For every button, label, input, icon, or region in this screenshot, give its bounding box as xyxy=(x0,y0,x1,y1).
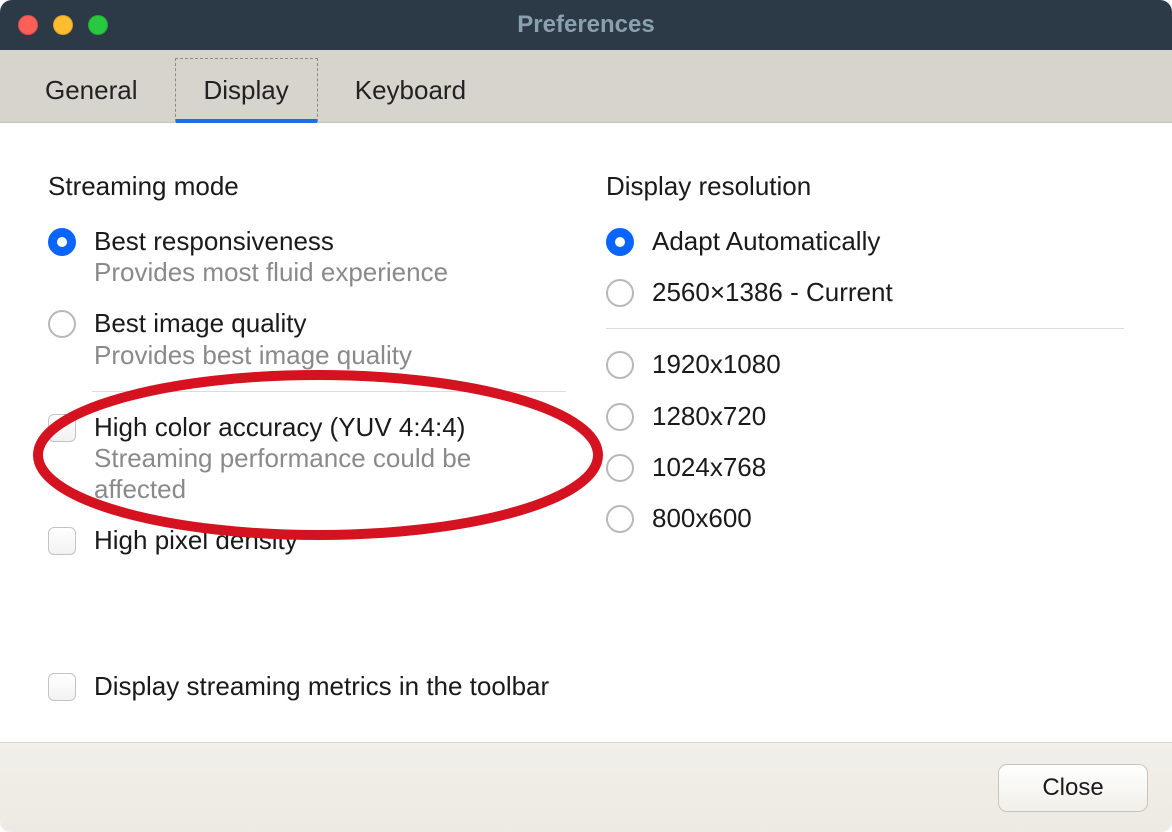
footer-bar: Close xyxy=(0,742,1172,832)
resolution-1920x1080-label: 1920x1080 xyxy=(652,349,781,380)
best-image-quality-sub: Provides best image quality xyxy=(94,340,412,371)
high-color-accuracy-sub: Streaming performance could be affected xyxy=(94,443,566,505)
radio-icon xyxy=(606,279,634,307)
option-resolution-800x600[interactable]: 800x600 xyxy=(606,503,1124,534)
minimize-window-icon[interactable] xyxy=(53,15,73,35)
radio-icon xyxy=(606,403,634,431)
radio-icon xyxy=(606,228,634,256)
checkbox-icon xyxy=(48,527,76,555)
best-responsiveness-label: Best responsiveness xyxy=(94,226,448,257)
close-window-icon[interactable] xyxy=(18,15,38,35)
option-resolution-1920x1080[interactable]: 1920x1080 xyxy=(606,349,1124,380)
checkbox-icon xyxy=(48,673,76,701)
display-resolution-title: Display resolution xyxy=(606,171,1124,202)
tab-general-label: General xyxy=(45,75,138,106)
resolution-800x600-label: 800x600 xyxy=(652,503,752,534)
option-best-responsiveness[interactable]: Best responsiveness Provides most fluid … xyxy=(48,226,566,288)
divider xyxy=(92,391,566,392)
option-high-color-accuracy[interactable]: High color accuracy (YUV 4:4:4) Streamin… xyxy=(48,412,566,506)
content-area: Streaming mode Best responsiveness Provi… xyxy=(0,123,1172,742)
zoom-window-icon[interactable] xyxy=(88,15,108,35)
display-resolution-section: Display resolution Adapt Automatically 2… xyxy=(606,171,1124,742)
radio-icon xyxy=(606,505,634,533)
preferences-window: Preferences General Display Keyboard Str… xyxy=(0,0,1172,832)
option-adapt-automatically[interactable]: Adapt Automatically xyxy=(606,226,1124,257)
radio-icon xyxy=(48,228,76,256)
radio-icon xyxy=(48,310,76,338)
display-streaming-metrics-label: Display streaming metrics in the toolbar xyxy=(94,671,549,702)
option-resolution-current[interactable]: 2560×1386 - Current xyxy=(606,277,1124,308)
high-pixel-density-label: High pixel density xyxy=(94,525,298,556)
best-image-quality-label: Best image quality xyxy=(94,308,412,339)
option-high-pixel-density[interactable]: High pixel density xyxy=(48,525,566,556)
tab-keyboard-label: Keyboard xyxy=(355,75,466,106)
divider xyxy=(606,328,1124,329)
option-resolution-1280x720[interactable]: 1280x720 xyxy=(606,401,1124,432)
resolution-current-label: 2560×1386 - Current xyxy=(652,277,893,308)
tab-general[interactable]: General xyxy=(16,58,167,122)
streaming-mode-title: Streaming mode xyxy=(48,171,566,202)
resolution-1280x720-label: 1280x720 xyxy=(652,401,766,432)
adapt-automatically-label: Adapt Automatically xyxy=(652,226,880,257)
tab-keyboard[interactable]: Keyboard xyxy=(326,58,495,122)
title-bar: Preferences xyxy=(0,0,1172,50)
close-button-label: Close xyxy=(1042,774,1103,802)
radio-icon xyxy=(606,351,634,379)
option-display-streaming-metrics[interactable]: Display streaming metrics in the toolbar xyxy=(48,671,549,702)
option-resolution-1024x768[interactable]: 1024x768 xyxy=(606,452,1124,483)
checkbox-icon xyxy=(48,414,76,442)
close-button[interactable]: Close xyxy=(998,764,1148,812)
resolution-1024x768-label: 1024x768 xyxy=(652,452,766,483)
tab-strip: General Display Keyboard xyxy=(0,50,1172,123)
best-responsiveness-sub: Provides most fluid experience xyxy=(94,257,448,288)
streaming-mode-section: Streaming mode Best responsiveness Provi… xyxy=(48,171,566,742)
option-best-image-quality[interactable]: Best image quality Provides best image q… xyxy=(48,308,566,370)
high-color-accuracy-label: High color accuracy (YUV 4:4:4) xyxy=(94,412,566,443)
traffic-lights xyxy=(18,15,108,35)
tab-display-label: Display xyxy=(204,75,289,106)
window-title: Preferences xyxy=(0,11,1172,39)
radio-icon xyxy=(606,454,634,482)
tab-display[interactable]: Display xyxy=(175,58,318,122)
